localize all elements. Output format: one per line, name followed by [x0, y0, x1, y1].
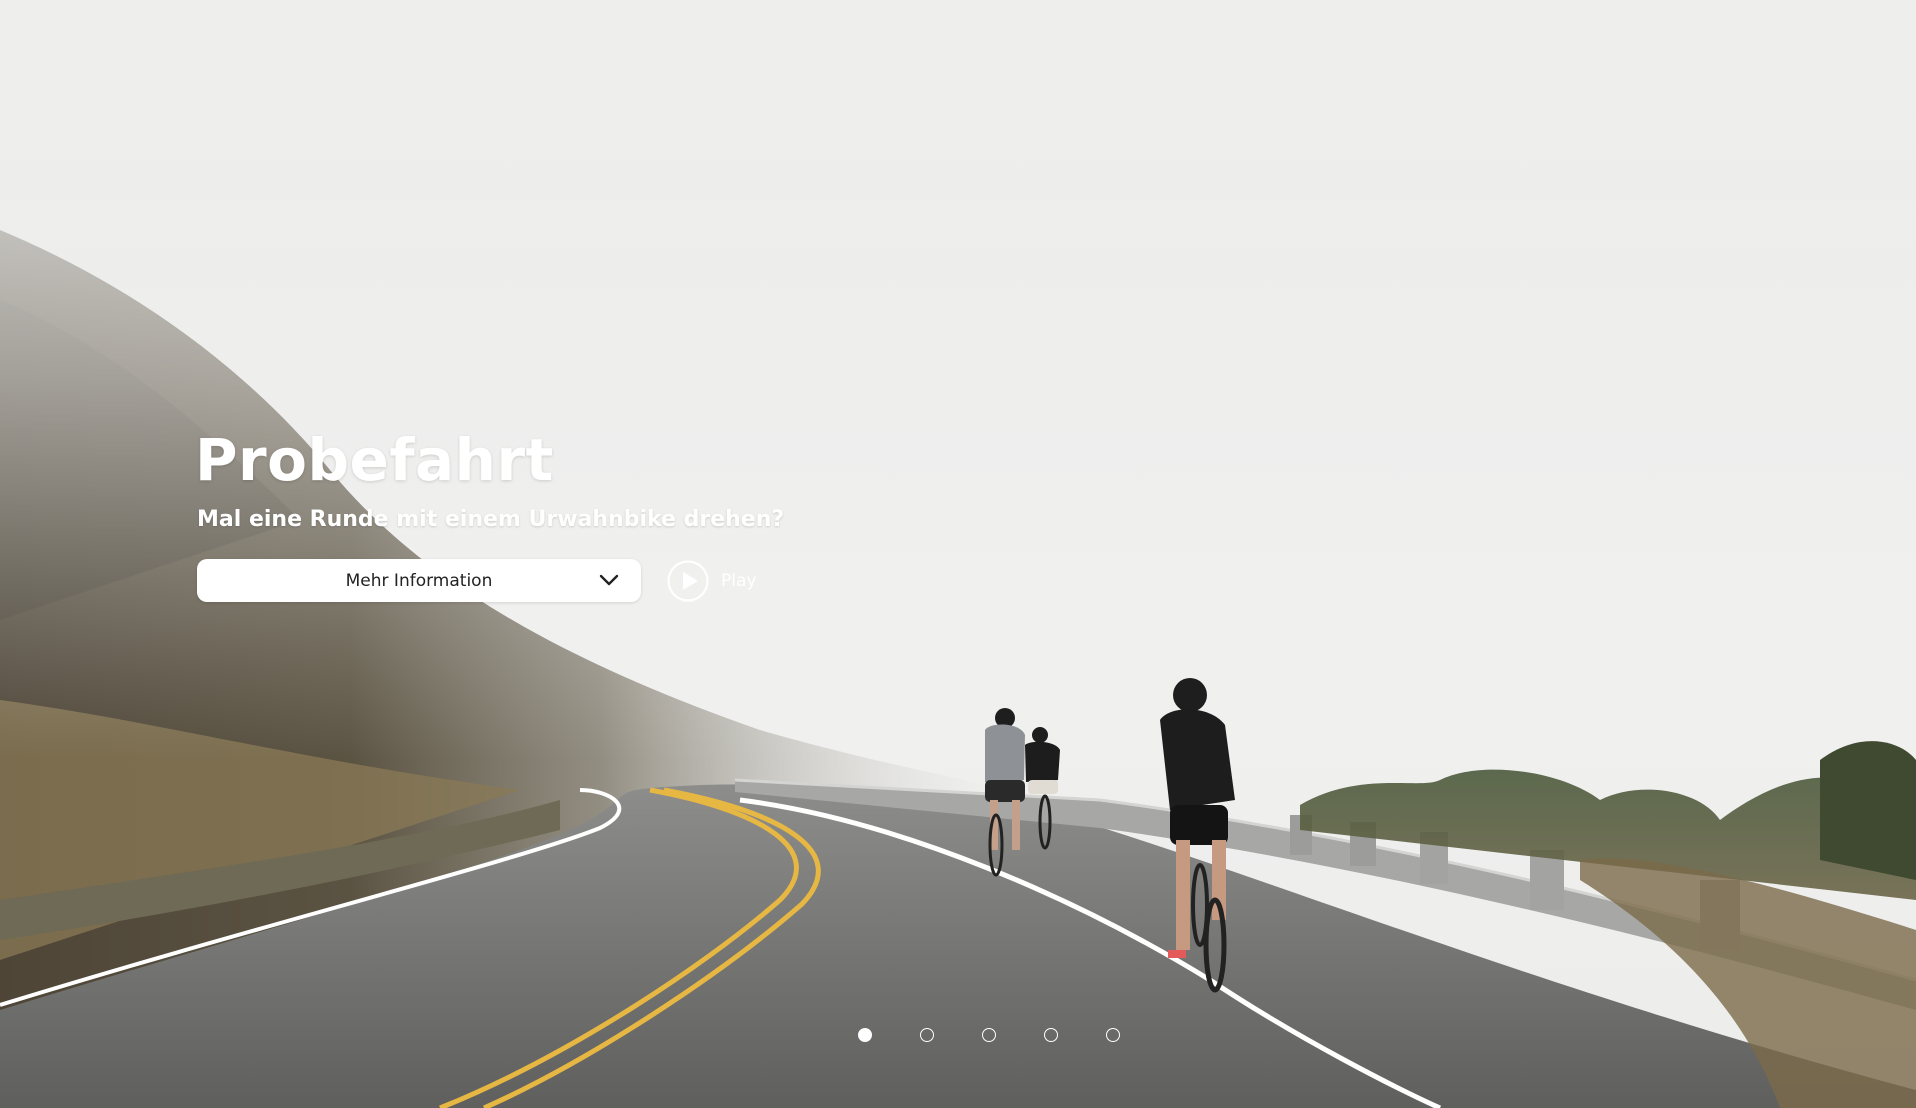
carousel-dot-2[interactable] — [920, 1028, 934, 1042]
hero-title: Probefahrt — [195, 426, 554, 494]
hero-content: Probefahrt Mal eine Runde mit einem Urwa… — [195, 425, 784, 602]
play-icon — [667, 559, 709, 602]
carousel-dot-5[interactable] — [1106, 1028, 1120, 1042]
carousel-pagination — [858, 1028, 1168, 1042]
more-info-label: Mehr Information — [345, 570, 493, 591]
hero-section: Probefahrt Mal eine Runde mit einem Urwa… — [0, 0, 1916, 1108]
play-label: Play — [721, 570, 757, 591]
hero-actions: Mehr Information Play — [197, 559, 784, 602]
chevron-down-icon — [599, 574, 619, 586]
play-video-button[interactable]: Play — [667, 559, 757, 602]
carousel-dot-3[interactable] — [982, 1028, 996, 1042]
carousel-dot-1[interactable] — [858, 1028, 872, 1042]
hero-subtitle: Mal eine Runde mit einem Urwahnbike dreh… — [197, 507, 785, 532]
more-info-dropdown-button[interactable]: Mehr Information — [197, 559, 641, 602]
carousel-dot-4[interactable] — [1044, 1028, 1058, 1042]
